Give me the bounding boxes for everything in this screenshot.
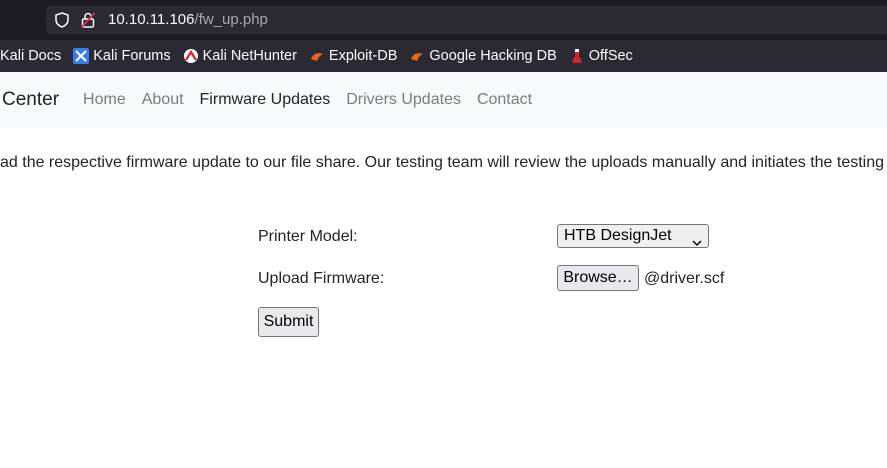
ghdb-icon [409, 48, 425, 64]
bookmark-label: OffSec [588, 48, 633, 64]
offsec-icon [569, 48, 585, 64]
nav-about[interactable]: About [142, 91, 184, 109]
nav-home[interactable]: Home [83, 91, 126, 109]
nav-contact[interactable]: Contact [477, 91, 532, 109]
insecure-lock-icon[interactable] [80, 11, 96, 34]
submit-button[interactable]: Submit [258, 307, 319, 337]
url-host: 10.10.11.106 [108, 11, 195, 28]
nav-drivers-updates[interactable]: Drivers Updates [346, 91, 461, 109]
bookmark-kali-docs[interactable]: Kali Docs [0, 40, 61, 72]
shield-icon[interactable] [54, 12, 70, 33]
browse-button[interactable]: Browse… [557, 265, 639, 291]
exploit-db-icon [309, 48, 325, 64]
bookmarks-bar: Kali Docs Kali Forums Kali NetHunter Exp… [0, 40, 887, 72]
url-text[interactable]: 10.10.11.106/fw_up.php [108, 11, 268, 29]
address-bar[interactable]: 10.10.11.106/fw_up.php [46, 6, 887, 34]
bookmark-kali-nethunter[interactable]: Kali NetHunter [183, 40, 297, 72]
chevron-down-icon [692, 232, 702, 254]
selected-file-name: @driver.scf [644, 270, 725, 287]
bookmark-label: Kali NetHunter [202, 48, 297, 64]
printer-model-label: Printer Model: [258, 228, 358, 245]
kali-forums-icon [73, 48, 90, 64]
bookmark-exploit-db[interactable]: Exploit-DB [309, 40, 398, 72]
browser-toolbar: 10.10.11.106/fw_up.php [0, 0, 887, 40]
printer-model-value: HTB DesignJet [564, 227, 672, 244]
bookmark-label: Google Hacking DB [429, 48, 557, 64]
bookmark-label: Kali Forums [93, 48, 171, 64]
upload-firmware-label: Upload Firmware: [258, 270, 385, 287]
url-path: /fw_up.php [194, 11, 268, 28]
navbar-brand[interactable]: Center [2, 89, 59, 111]
bookmark-kali-forums[interactable]: Kali Forums [73, 40, 171, 72]
bookmark-offsec[interactable]: OffSec [569, 40, 633, 72]
printer-model-select[interactable]: HTB DesignJet [557, 224, 709, 248]
bookmark-google-hacking-db[interactable]: Google Hacking DB [409, 40, 557, 72]
nethunter-icon [183, 48, 199, 64]
intro-text: ad the respective firmware update to our… [0, 154, 885, 171]
site-navbar: Center Home About Firmware Updates Drive… [0, 72, 887, 128]
bookmark-label: Exploit-DB [328, 48, 398, 64]
bookmark-label: Kali Docs [0, 48, 62, 64]
nav-firmware-updates[interactable]: Firmware Updates [200, 91, 331, 109]
